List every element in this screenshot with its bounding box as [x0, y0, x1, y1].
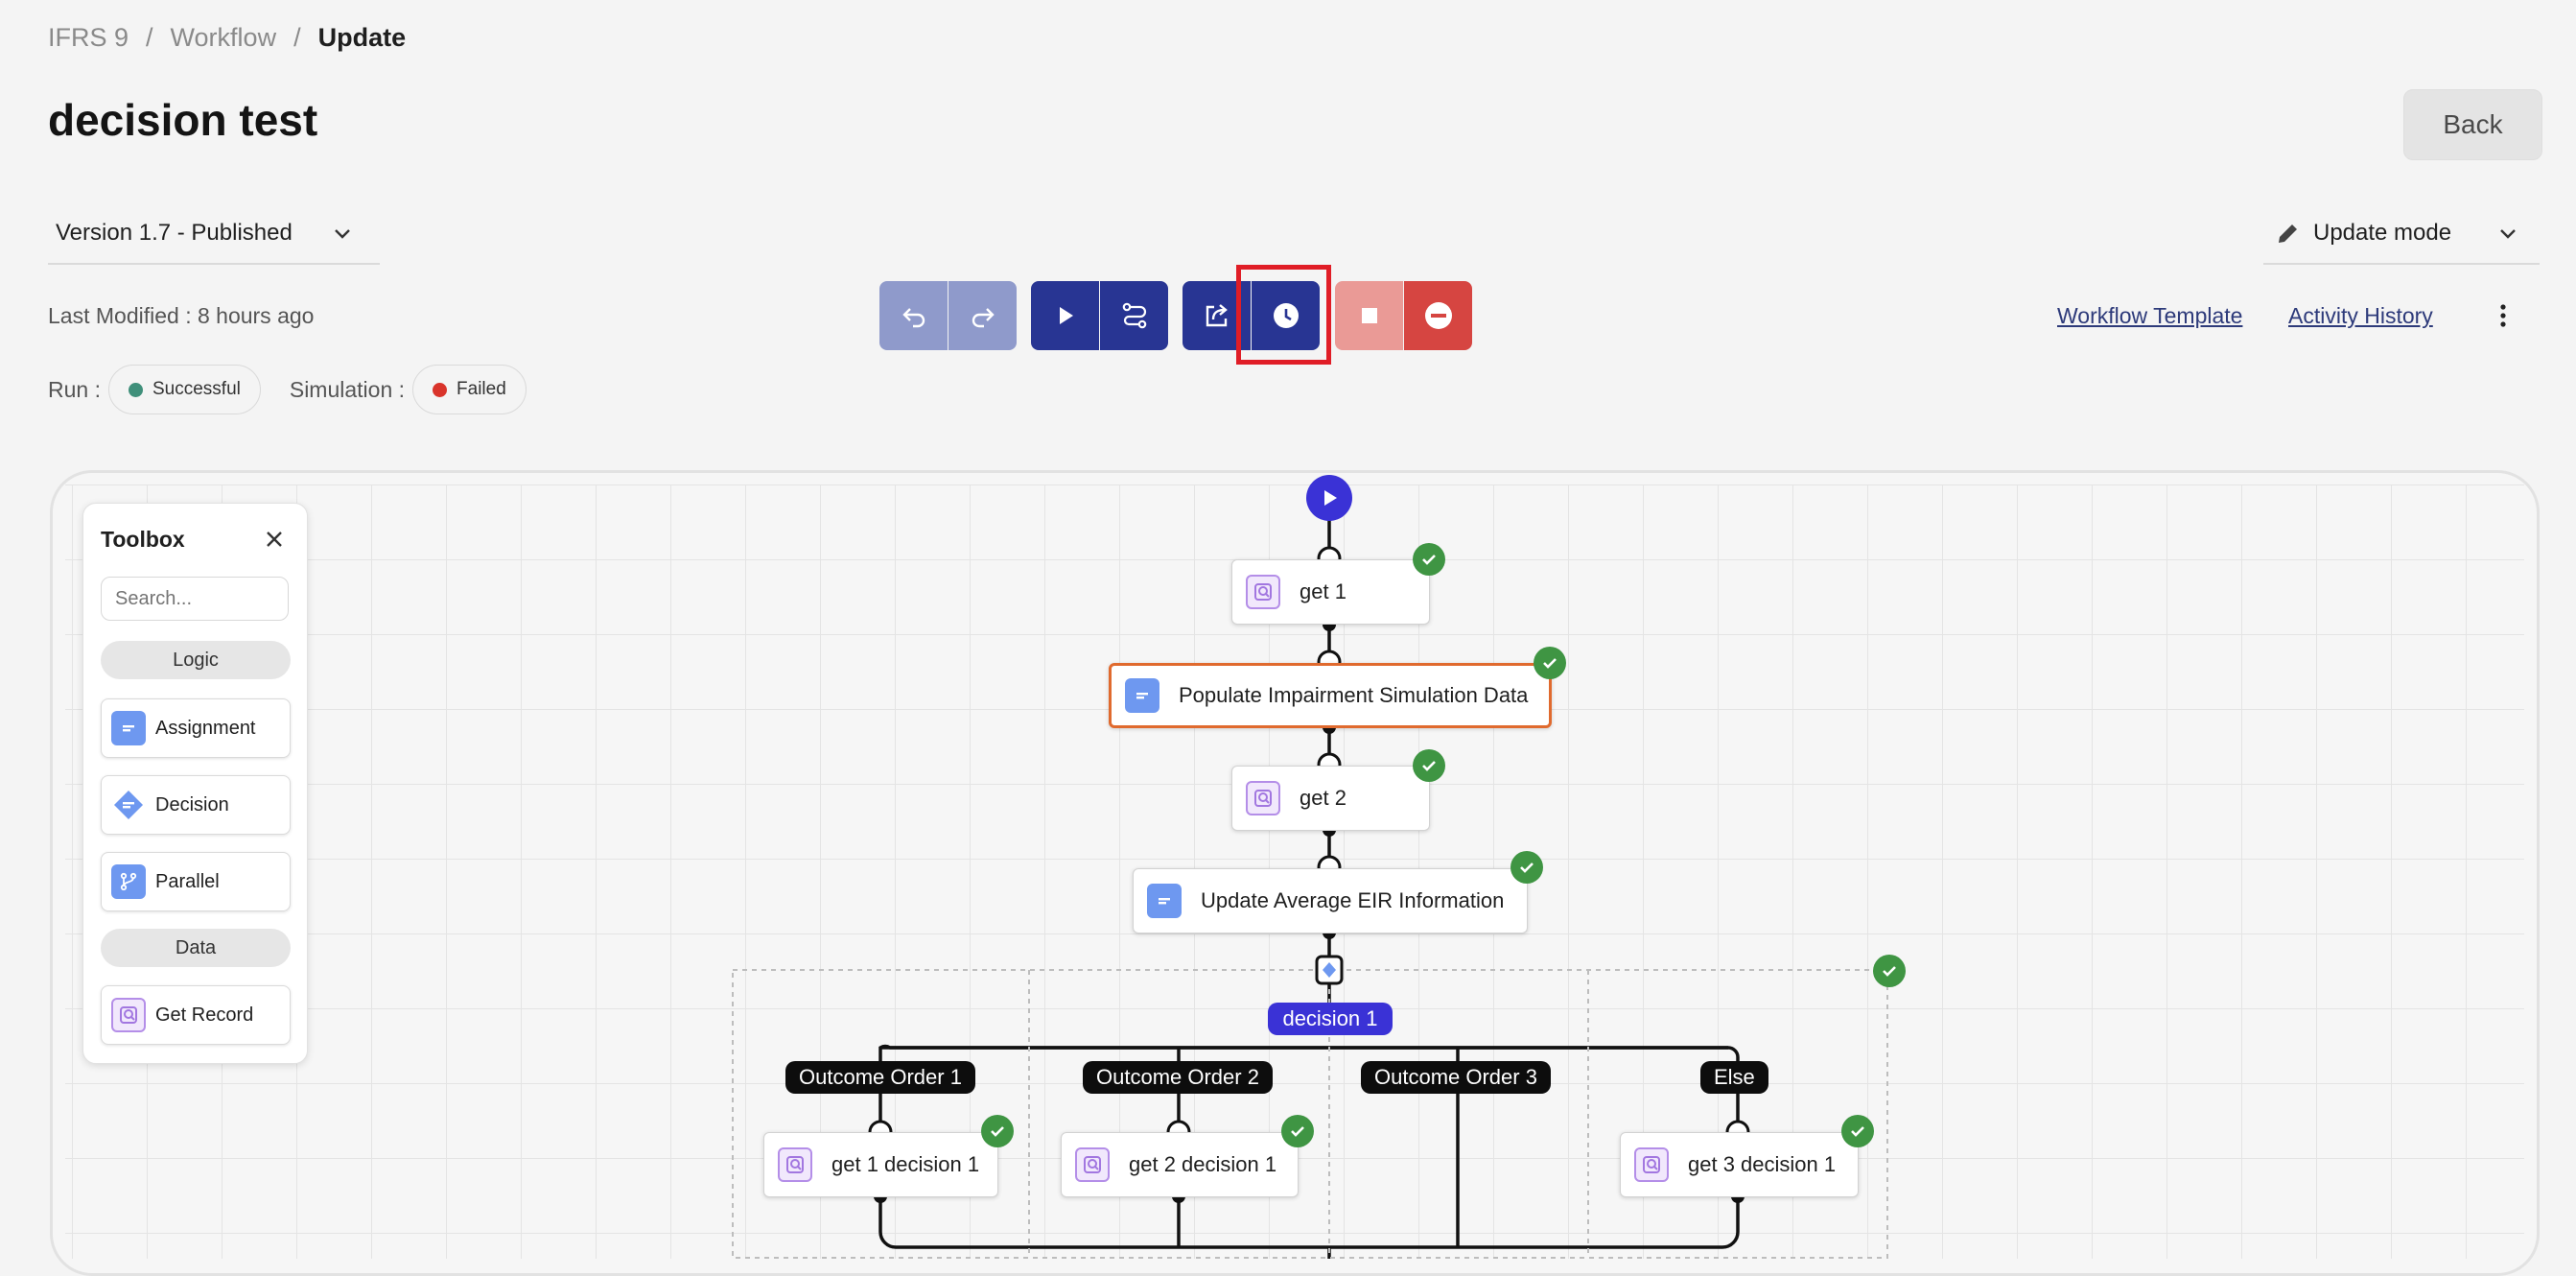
success-check-icon	[1510, 851, 1543, 884]
node-get-2-decision-1[interactable]: get 2 decision 1	[1061, 1132, 1299, 1197]
toolbox-section-data: Data	[101, 929, 291, 967]
get-record-icon	[1075, 1147, 1110, 1182]
start-node[interactable]	[1306, 475, 1352, 521]
node-label: get 3 decision 1	[1688, 1152, 1837, 1176]
toolbox-item-decision[interactable]: Decision	[101, 775, 291, 835]
assignment-icon	[1147, 884, 1182, 918]
node-populate-impairment[interactable]: Populate Impairment Simulation Data	[1109, 663, 1552, 728]
toolbox-item-label: Assignment	[155, 717, 256, 739]
assignment-icon	[1125, 678, 1159, 713]
node-update-average-eir[interactable]: Update Average EIR Information	[1133, 868, 1528, 933]
toolbox-item-get-record[interactable]: Get Record	[101, 985, 291, 1045]
toolbox-search-input[interactable]	[101, 577, 289, 621]
success-check-icon	[1281, 1115, 1314, 1147]
get-record-icon	[111, 998, 146, 1032]
outcome-label-3[interactable]: Outcome Order 3	[1361, 1061, 1551, 1094]
node-get-1-decision-1[interactable]: get 1 decision 1	[763, 1132, 998, 1197]
play-icon	[1324, 490, 1337, 506]
outcome-label-else[interactable]: Else	[1700, 1061, 1768, 1094]
toolbox-panel: Toolbox Logic Assignment Decision Parall…	[82, 503, 308, 1064]
close-icon[interactable]	[264, 529, 285, 550]
node-get-2[interactable]: get 2	[1231, 766, 1430, 831]
success-check-icon	[1413, 543, 1445, 576]
flow-connectors	[732, 499, 1888, 1259]
success-check-icon	[1534, 647, 1566, 679]
node-get-3-decision-1[interactable]: get 3 decision 1	[1620, 1132, 1859, 1197]
node-label: Update Average EIR Information	[1201, 888, 1505, 912]
node-label: Populate Impairment Simulation Data	[1179, 683, 1529, 707]
toolbox-item-label: Get Record	[155, 1004, 254, 1026]
decision-icon	[111, 788, 146, 822]
success-check-icon	[1413, 749, 1445, 782]
decision-label[interactable]: decision 1	[1268, 1003, 1393, 1035]
success-check-icon	[981, 1115, 1014, 1147]
get-record-icon	[1634, 1147, 1669, 1182]
parallel-icon	[111, 864, 146, 899]
node-label: get 2	[1300, 786, 1347, 810]
toolbox-item-parallel[interactable]: Parallel	[101, 852, 291, 911]
get-record-icon	[1246, 781, 1280, 815]
node-label: get 2 decision 1	[1129, 1152, 1277, 1176]
toolbox-title: Toolbox	[101, 527, 185, 552]
toolbox-section-logic: Logic	[101, 641, 291, 679]
success-check-icon	[1873, 955, 1906, 987]
toolbox-item-label: Parallel	[155, 870, 220, 892]
assignment-icon	[111, 711, 146, 745]
get-record-icon	[1246, 575, 1280, 609]
outcome-label-1[interactable]: Outcome Order 1	[785, 1061, 975, 1094]
success-check-icon	[1841, 1115, 1874, 1147]
node-label: get 1	[1300, 579, 1347, 603]
toolbox-item-assignment[interactable]: Assignment	[101, 698, 291, 758]
node-label: get 1 decision 1	[831, 1152, 980, 1176]
node-get-1[interactable]: get 1	[1231, 559, 1430, 625]
toolbox-item-label: Decision	[155, 793, 229, 815]
outcome-label-2[interactable]: Outcome Order 2	[1083, 1061, 1273, 1094]
get-record-icon	[778, 1147, 812, 1182]
